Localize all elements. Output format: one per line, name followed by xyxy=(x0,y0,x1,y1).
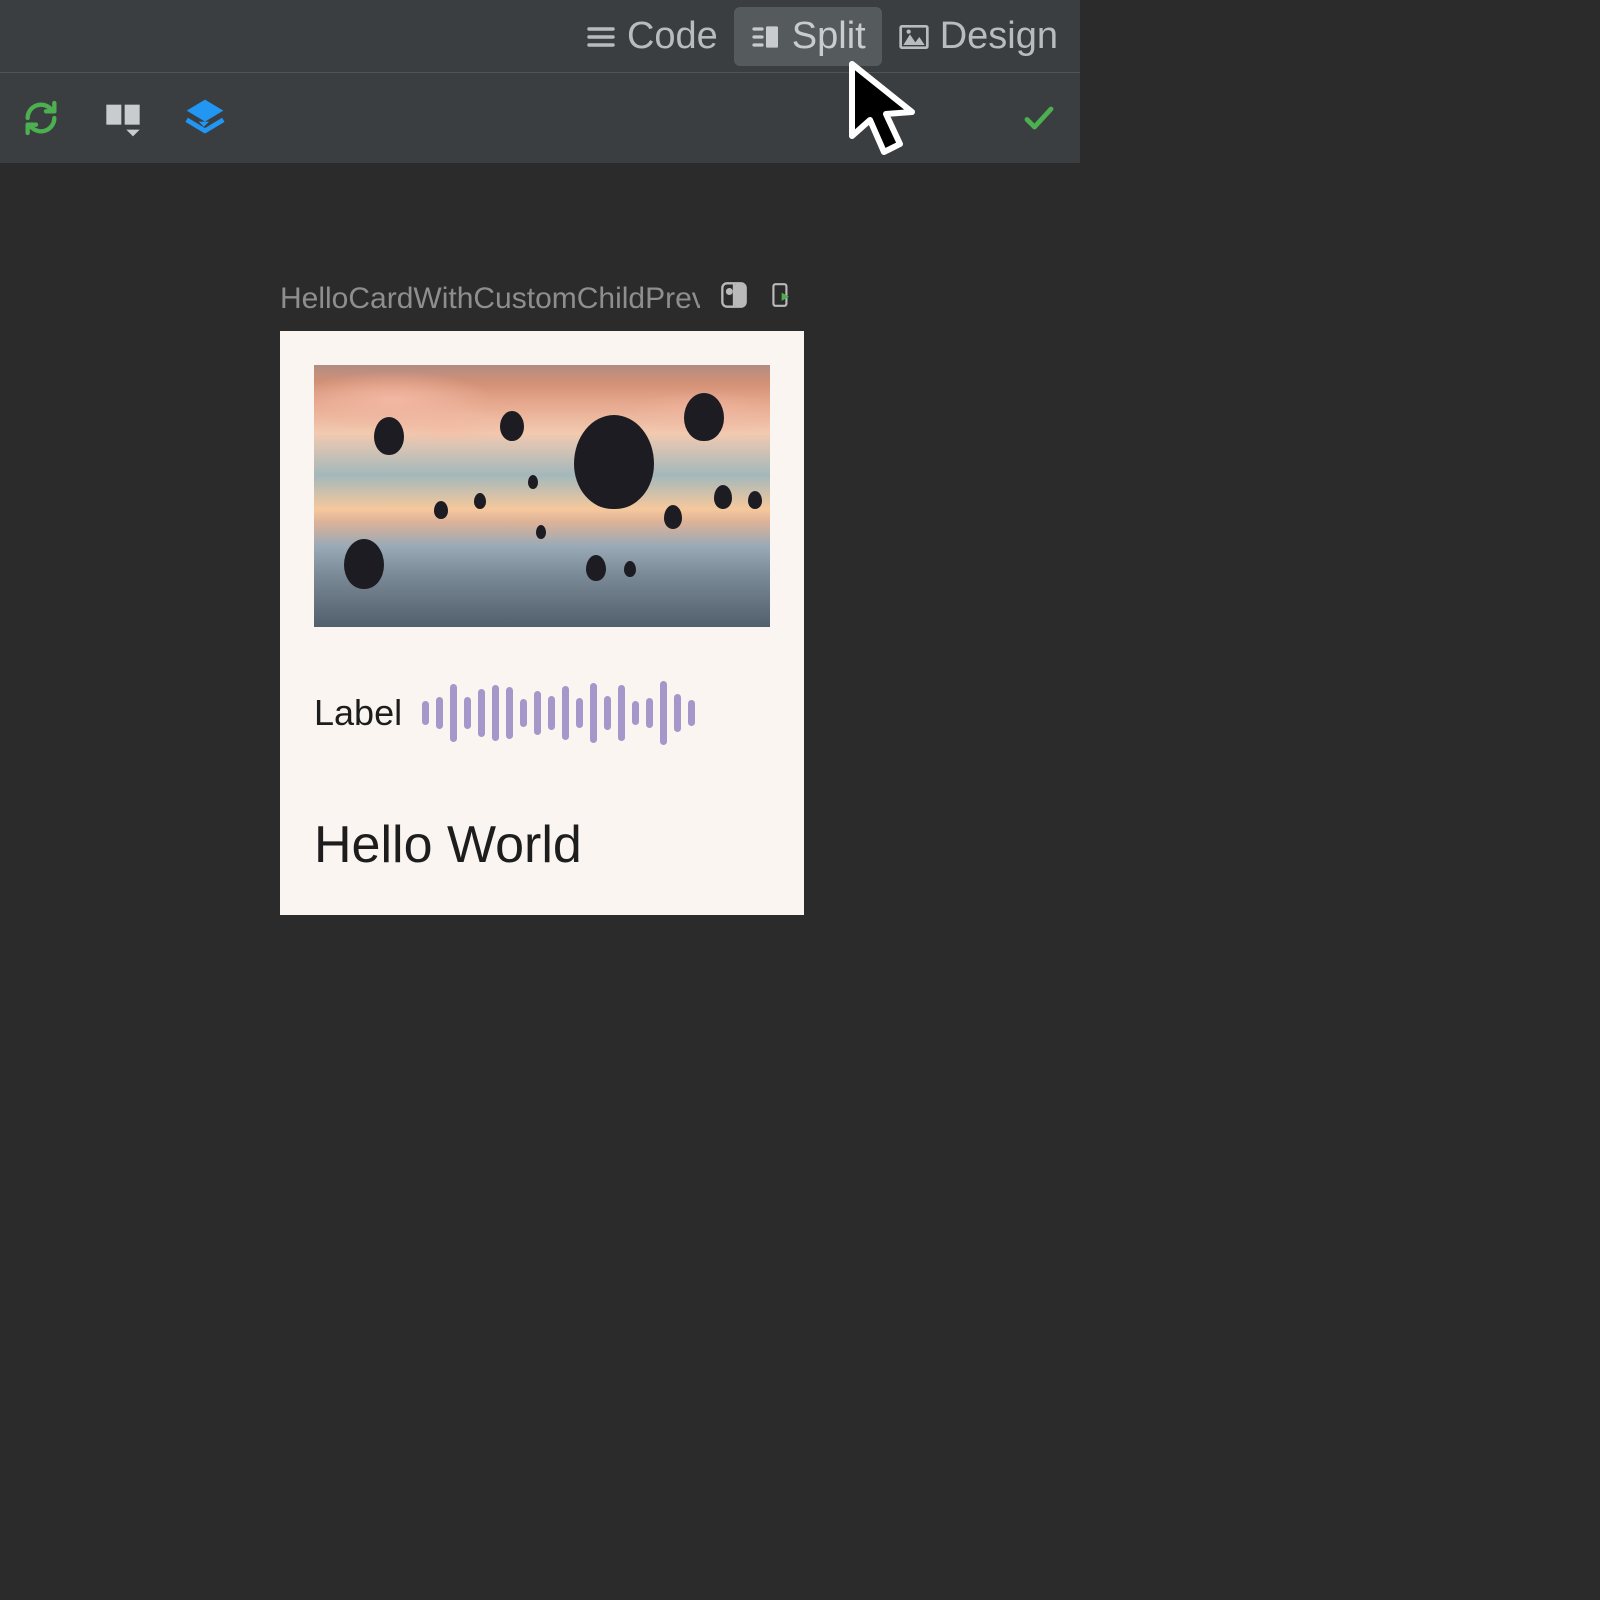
preview-card: Label Hello World xyxy=(280,331,804,915)
waveform-bar xyxy=(506,687,513,739)
waveform-bar xyxy=(464,697,471,729)
waveform-bar xyxy=(646,698,653,728)
card-label: Label xyxy=(314,692,402,734)
image-mountain-icon xyxy=(898,20,930,52)
layout-panel-button[interactable] xyxy=(100,95,146,141)
waveform-bar xyxy=(618,685,625,741)
cursor-icon xyxy=(844,60,924,156)
layout-panel-icon xyxy=(103,98,143,138)
status-ok-button[interactable] xyxy=(1016,95,1062,141)
waveform-bar xyxy=(688,700,695,726)
layers-icon xyxy=(183,96,227,140)
tab-design[interactable]: Design xyxy=(882,7,1074,66)
menu-lines-icon xyxy=(585,20,617,52)
waveform-bar xyxy=(604,696,611,730)
card-label-row: Label xyxy=(314,681,770,745)
waveform-bar xyxy=(576,698,583,728)
preview-canvas: HelloCardWithCustomChildPrev... xyxy=(0,163,1080,1081)
waveform-bar xyxy=(450,684,457,742)
theme-toggle-icon[interactable] xyxy=(720,281,748,317)
preview-title: HelloCardWithCustomChildPrev... xyxy=(280,282,700,316)
waveform-bar xyxy=(436,697,443,729)
run-on-device-icon[interactable] xyxy=(768,282,794,316)
layers-button[interactable] xyxy=(182,95,228,141)
waveform-bar xyxy=(590,683,597,743)
tab-code-label: Code xyxy=(627,15,718,58)
waveform-bar xyxy=(534,691,541,735)
waveform-bar xyxy=(548,696,555,730)
tab-split[interactable]: Split xyxy=(734,7,882,66)
tab-design-label: Design xyxy=(940,15,1058,58)
preview-area: HelloCardWithCustomChildPrev... xyxy=(280,281,804,915)
waveform-bar xyxy=(422,701,429,725)
waveform-bar xyxy=(632,701,639,725)
split-view-icon xyxy=(750,20,782,52)
waveform-bar xyxy=(674,694,681,732)
preview-header: HelloCardWithCustomChildPrev... xyxy=(280,281,804,317)
waveform-bar xyxy=(660,681,667,745)
card-title: Hello World xyxy=(314,815,770,875)
refresh-icon xyxy=(21,98,61,138)
checkmark-icon xyxy=(1021,100,1057,136)
waveform xyxy=(422,681,695,745)
tab-code[interactable]: Code xyxy=(569,7,734,66)
waveform-bar xyxy=(478,689,485,737)
waveform-bar xyxy=(520,699,527,727)
refresh-button[interactable] xyxy=(18,95,64,141)
card-image xyxy=(314,365,770,627)
tab-split-label: Split xyxy=(792,15,866,58)
waveform-bar xyxy=(562,686,569,740)
waveform-bar xyxy=(492,685,499,741)
